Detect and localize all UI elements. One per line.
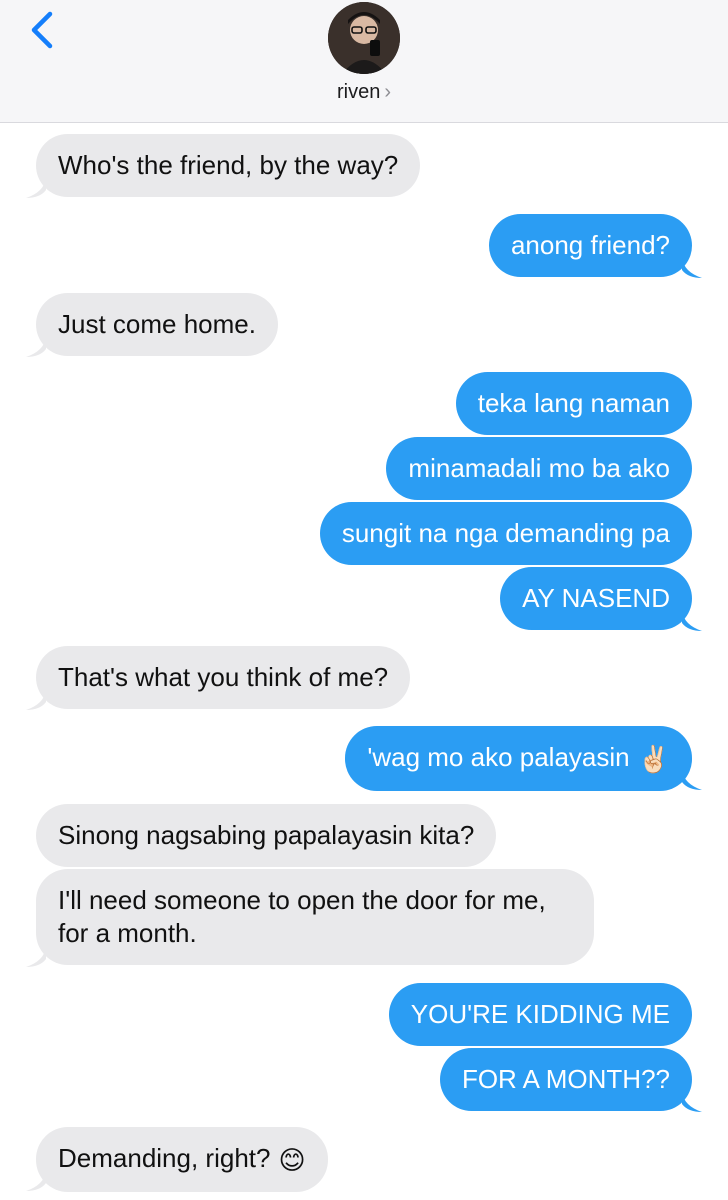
message-bubble-incoming[interactable]: Just come home.: [36, 293, 278, 356]
avatar[interactable]: [328, 2, 400, 74]
smiling-face-emoji-icon: 😊: [278, 1144, 306, 1175]
bubble-tail-icon: [26, 337, 46, 357]
bubble-tail-icon: [682, 1092, 702, 1112]
bubble-tail-icon: [682, 258, 702, 278]
back-button[interactable]: [22, 8, 62, 52]
message-bubble-outgoing[interactable]: AY NASEND: [500, 567, 692, 630]
bubble-tail-icon: [26, 947, 46, 967]
contact-name[interactable]: riven ›: [0, 78, 728, 106]
bubble-tail-icon: [682, 770, 702, 790]
chevron-right-icon: ›: [384, 81, 392, 103]
message-bubble-incoming[interactable]: Sinong nagsabing papalayasin kita?: [36, 804, 497, 867]
bubble-tail-icon: [26, 178, 46, 198]
chevron-left-icon: [31, 11, 53, 49]
message-bubble-incoming[interactable]: Who's the friend, by the way?: [36, 134, 421, 197]
message-bubble-incoming[interactable]: That's what you think of me?: [36, 646, 411, 709]
message-bubble-outgoing[interactable]: minamadali mo ba ako: [386, 437, 692, 500]
victory-hand-emoji-icon: ✌🏻: [637, 743, 670, 774]
message-bubble-outgoing[interactable]: anong friend?: [488, 214, 692, 277]
bubble-tail-icon: [26, 1171, 46, 1191]
message-bubble-outgoing[interactable]: teka lang naman: [455, 372, 692, 435]
bubble-tail-icon: [682, 611, 702, 631]
message-bubble-outgoing[interactable]: sungit na nga demanding pa: [319, 502, 692, 565]
message-bubble-outgoing[interactable]: FOR A MONTH??: [439, 1048, 692, 1111]
message-bubble-outgoing[interactable]: YOU'RE KIDDING ME: [388, 983, 692, 1046]
message-bubble-outgoing[interactable]: 'wag mo ako palayasin ✌🏻: [345, 726, 692, 791]
message-bubble-incoming[interactable]: Demanding, right? 😊: [36, 1127, 328, 1192]
conversation-header: riven ›: [0, 0, 728, 123]
bubble-tail-icon: [26, 690, 46, 710]
message-bubble-incoming[interactable]: I'll need someone to open the door for m…: [36, 869, 594, 965]
